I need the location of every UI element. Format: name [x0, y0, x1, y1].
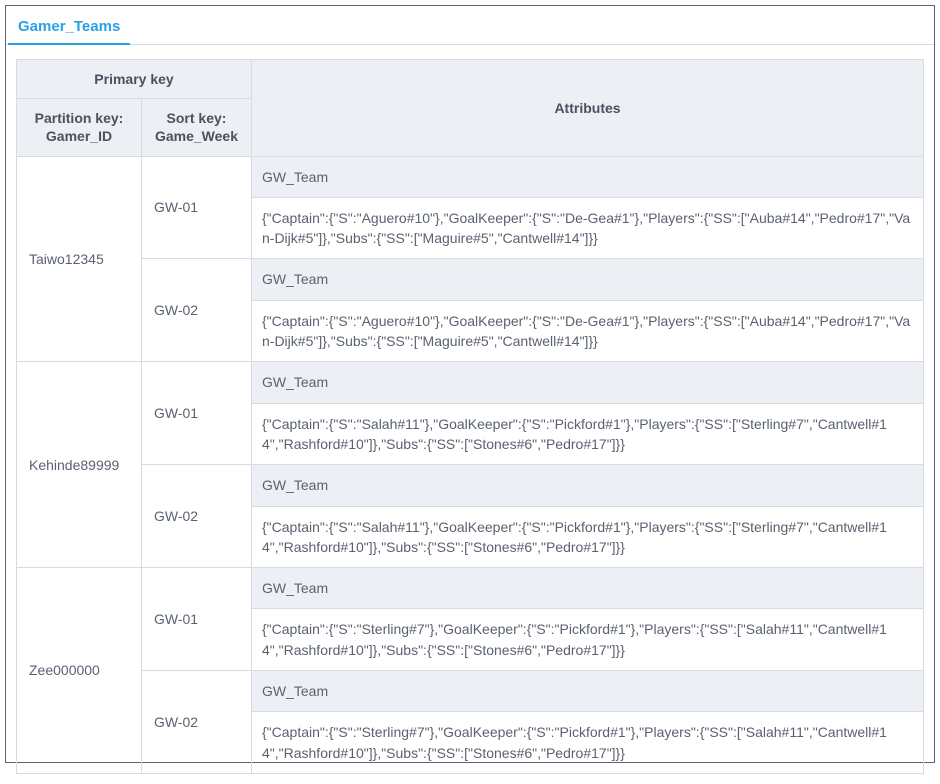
cell-attr-label: GW_Team: [252, 156, 924, 197]
cell-attr-value: {"Captain":{"S":"Aguero#10"},"GoalKeeper…: [252, 300, 924, 362]
table-row: Kehinde89999 GW-01 GW_Team: [17, 362, 924, 403]
tab-gamer-teams[interactable]: Gamer_Teams: [8, 14, 130, 45]
table-row: GW-02 GW_Team: [17, 465, 924, 506]
cell-game-week: GW-02: [142, 465, 252, 568]
cell-gamer-id: Zee000000: [17, 568, 142, 774]
cell-game-week: GW-02: [142, 259, 252, 362]
table-row: Zee000000 GW-01 GW_Team: [17, 568, 924, 609]
table-container: Primary key Attributes Partition key: Ga…: [6, 45, 934, 784]
app-frame: Gamer_Teams Primary key Attributes Parti…: [5, 5, 935, 763]
table-row: Taiwo12345 GW-01 GW_Team: [17, 156, 924, 197]
table-row: GW-02 GW_Team: [17, 259, 924, 300]
cell-gamer-id: Kehinde89999: [17, 362, 142, 568]
cell-attr-label: GW_Team: [252, 568, 924, 609]
cell-attr-label: GW_Team: [252, 362, 924, 403]
header-attributes: Attributes: [252, 60, 924, 157]
cell-game-week: GW-02: [142, 671, 252, 774]
gamer-teams-table: Primary key Attributes Partition key: Ga…: [16, 59, 924, 774]
cell-attr-value: {"Captain":{"S":"Salah#11"},"GoalKeeper"…: [252, 506, 924, 568]
cell-game-week: GW-01: [142, 568, 252, 671]
cell-game-week: GW-01: [142, 362, 252, 465]
cell-attr-value: {"Captain":{"S":"Sterling#7"},"GoalKeepe…: [252, 609, 924, 671]
cell-attr-value: {"Captain":{"S":"Aguero#10"},"GoalKeeper…: [252, 197, 924, 259]
table-row: GW-02 GW_Team: [17, 671, 924, 712]
cell-attr-label: GW_Team: [252, 259, 924, 300]
header-partition-key: Partition key: Gamer_ID: [17, 99, 142, 156]
cell-attr-value: {"Captain":{"S":"Salah#11"},"GoalKeeper"…: [252, 403, 924, 465]
tab-bar: Gamer_Teams: [6, 6, 934, 45]
cell-game-week: GW-01: [142, 156, 252, 259]
cell-gamer-id: Taiwo12345: [17, 156, 142, 362]
table-body: Taiwo12345 GW-01 GW_Team {"Captain":{"S"…: [17, 156, 924, 773]
cell-attr-value: {"Captain":{"S":"Sterling#7"},"GoalKeepe…: [252, 712, 924, 774]
header-primary-key: Primary key: [17, 60, 252, 99]
header-sort-key: Sort key: Game_Week: [142, 99, 252, 156]
cell-attr-label: GW_Team: [252, 671, 924, 712]
cell-attr-label: GW_Team: [252, 465, 924, 506]
